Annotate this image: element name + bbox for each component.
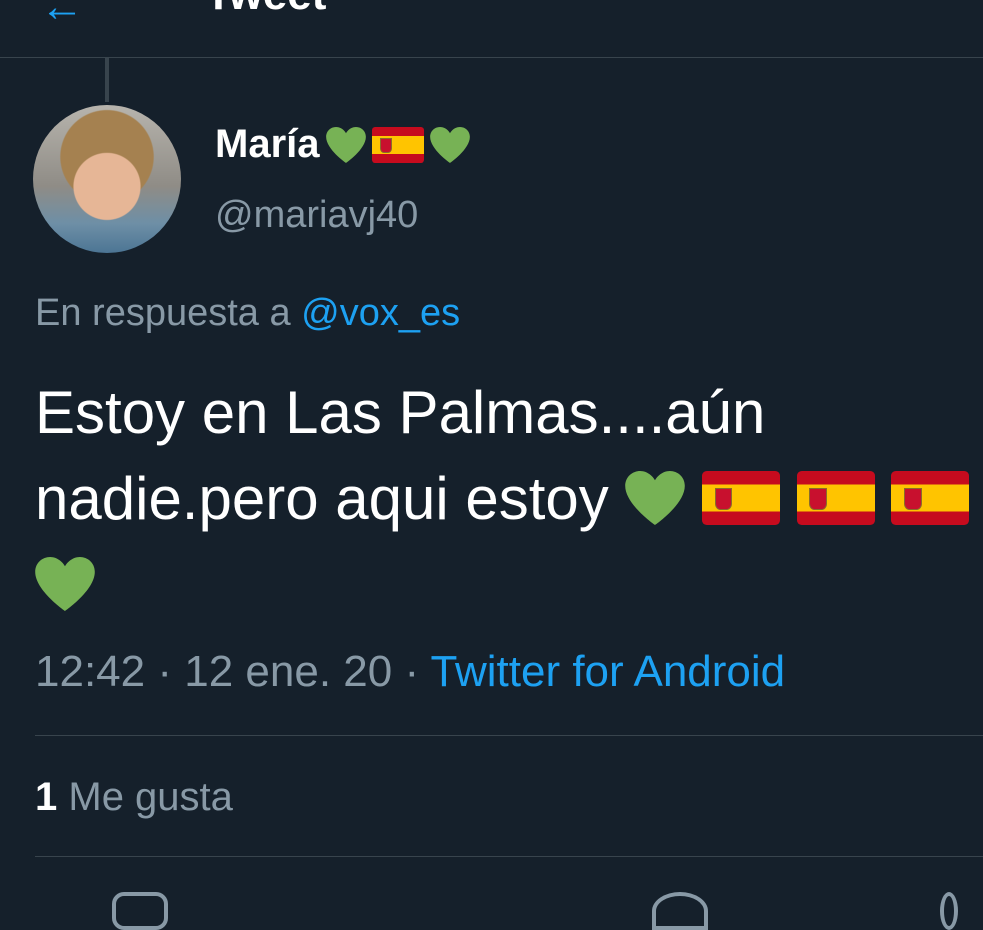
green-heart-icon [625, 471, 686, 525]
tweet-date: 12 ene. 20 [184, 647, 393, 696]
spain-flag-icon [796, 471, 875, 525]
separator-dot: · [404, 647, 431, 696]
reply-icon[interactable] [112, 892, 168, 930]
tweet-body: Estoy en Las Palmas....aún nadie.pero aq… [35, 370, 975, 628]
avatar[interactable] [33, 105, 181, 253]
author-handle[interactable]: @mariavj40 [215, 194, 418, 237]
spain-flag-icon [702, 471, 781, 525]
spain-flag-icon [891, 471, 970, 525]
back-arrow-icon[interactable]: ← [40, 0, 84, 32]
spain-flag-icon [371, 126, 424, 163]
share-icon[interactable] [940, 892, 958, 930]
green-heart-icon [35, 557, 95, 611]
separator-dot: · [157, 647, 185, 696]
like-count: 1 [35, 775, 58, 819]
tweet-source-link[interactable]: Twitter for Android [431, 647, 786, 696]
divider [35, 735, 983, 736]
action-bar [0, 880, 983, 930]
green-heart-icon [429, 126, 470, 163]
top-bar: ← Tweet [0, 0, 983, 58]
page-title: Tweet [205, 0, 326, 20]
tweet-meta: 12:42 · 12 ene. 20 · Twitter for Android [35, 647, 785, 697]
tweet-time: 12:42 [35, 647, 146, 696]
author-name-text: María [215, 122, 320, 166]
divider [35, 856, 983, 857]
author-name[interactable]: María [215, 122, 470, 167]
reply-mention-link[interactable]: @vox_es [301, 292, 460, 334]
likes-summary[interactable]: 1 Me gusta [35, 775, 233, 820]
reply-context: En respuesta a @vox_es [35, 292, 460, 335]
green-heart-icon [325, 126, 366, 163]
like-label: Me gusta [68, 775, 233, 819]
reply-prefix: En respuesta a [35, 292, 291, 334]
like-icon[interactable] [652, 892, 708, 930]
thread-connector-line [105, 58, 109, 102]
